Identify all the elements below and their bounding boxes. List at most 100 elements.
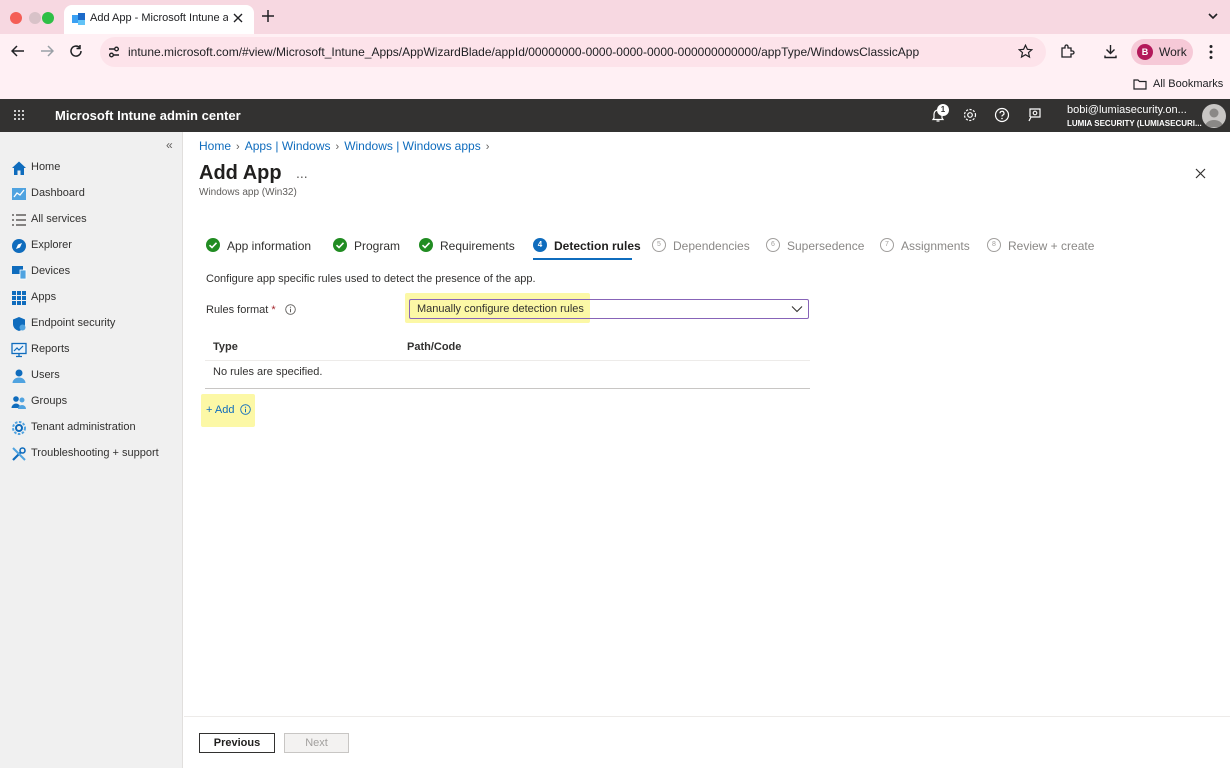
sidebar-item-label: Devices	[31, 265, 71, 277]
add-rule-label: + Add	[206, 404, 235, 416]
sidebar-item-all-services[interactable]: All services	[0, 208, 182, 232]
add-rule-button[interactable]: + Add	[206, 404, 251, 416]
sidebar-item-apps[interactable]: Apps	[0, 286, 182, 310]
browser-tab[interactable]: Add App - Microsoft Intune a	[64, 5, 254, 34]
reload-icon[interactable]	[69, 44, 83, 58]
column-header-type: Type	[213, 341, 238, 353]
sidebar-item-label: All services	[31, 213, 87, 225]
collapse-sidebar-icon[interactable]: «	[166, 138, 173, 152]
groups-icon	[11, 394, 27, 410]
breadcrumb-home[interactable]: Home	[199, 139, 231, 153]
intune-header: Microsoft Intune admin center	[0, 99, 1230, 132]
step-number: 5	[652, 238, 666, 252]
sidebar-item-label: Explorer	[31, 239, 72, 251]
empty-table-message: No rules are specified.	[213, 366, 323, 378]
checkmark-circle-icon	[206, 238, 220, 252]
address-bar[interactable]: intune.microsoft.com/#view/Microsoft_Int…	[100, 37, 1046, 67]
account-tenant[interactable]: LUMIA SECURITY (LUMIASECURI...	[1067, 119, 1202, 128]
window-zoom-button[interactable]	[42, 12, 54, 24]
previous-button[interactable]: Previous	[199, 733, 275, 753]
footer-divider	[184, 716, 1230, 717]
checkmark-circle-icon	[333, 238, 347, 252]
sidebar-item-label: Dashboard	[31, 187, 85, 199]
shield-icon	[11, 316, 27, 332]
account-email[interactable]: bobi@lumiasecurity.on...	[1067, 104, 1187, 116]
site-settings-icon[interactable]	[107, 45, 121, 59]
home-icon	[11, 160, 27, 176]
info-icon[interactable]	[285, 304, 296, 315]
rules-format-value: Manually configure detection rules	[417, 303, 584, 315]
tab-close-icon[interactable]	[233, 13, 243, 23]
sidebar-item-label: Reports	[31, 343, 70, 355]
url-text: intune.microsoft.com/#view/Microsoft_Int…	[128, 45, 920, 59]
sidebar-item-label: Groups	[31, 395, 68, 407]
window-close-button[interactable]	[10, 12, 22, 24]
step-label: Dependencies	[673, 239, 750, 253]
step-label: App information	[227, 239, 312, 253]
step-label: Supersedence	[787, 239, 865, 253]
checkmark-circle-icon	[419, 238, 433, 252]
sidebar-item-devices[interactable]: Devices	[0, 260, 182, 284]
bookmark-star-icon[interactable]	[1018, 44, 1033, 59]
breadcrumb-separator: ›	[236, 141, 240, 153]
help-icon[interactable]	[994, 107, 1010, 123]
next-button[interactable]: Next	[284, 733, 349, 753]
sidebar-item-label: Endpoint security	[31, 317, 116, 329]
more-options-button[interactable]: ...	[296, 165, 308, 181]
sidebar-item-dashboard[interactable]: Dashboard	[0, 182, 182, 206]
sidebar-item-groups[interactable]: Groups	[0, 390, 182, 414]
sidebar-item-reports[interactable]: Reports	[0, 338, 182, 362]
breadcrumb-separator: ›	[485, 141, 490, 153]
close-icon[interactable]	[1195, 168, 1206, 179]
dashboard-icon	[11, 186, 27, 202]
sidebar-item-label: Tenant administration	[31, 421, 136, 433]
table-divider	[205, 388, 810, 389]
new-tab-icon[interactable]	[261, 9, 275, 23]
sidebar-item-explorer[interactable]: Explorer	[0, 234, 182, 258]
window-minimize-button[interactable]	[29, 12, 41, 24]
settings-gear-icon[interactable]	[962, 107, 978, 123]
user-icon	[11, 368, 27, 384]
profile-chip[interactable]: B Work	[1131, 39, 1193, 65]
extensions-puzzle-icon[interactable]	[1060, 44, 1075, 59]
info-icon[interactable]	[239, 404, 251, 415]
step-label: Detection rules	[554, 239, 641, 253]
step-label: Review + create	[1008, 239, 1095, 253]
profile-avatar: B	[1137, 44, 1153, 60]
bookmarks-bar: All Bookmarks	[0, 70, 1230, 99]
chevron-down-icon	[791, 305, 803, 313]
sidebar-item-home[interactable]: Home	[0, 156, 182, 180]
forward-arrow-icon[interactable]	[40, 44, 54, 58]
breadcrumb-windows-apps[interactable]: Windows | Windows apps	[344, 139, 481, 153]
all-bookmarks-button[interactable]: All Bookmarks	[1153, 78, 1223, 90]
page-title: Add App	[199, 162, 282, 184]
devices-icon	[11, 264, 27, 280]
profile-label: Work	[1159, 45, 1187, 59]
explorer-icon	[11, 238, 27, 254]
back-arrow-icon[interactable]	[11, 44, 25, 58]
sidebar-item-label: Apps	[31, 291, 57, 303]
sidebar-item-label: Troubleshooting + support	[31, 447, 159, 459]
breadcrumb-apps-windows[interactable]: Apps | Windows	[245, 139, 331, 153]
sidebar-item-endpoint-security[interactable]: Endpoint security	[0, 312, 182, 336]
feedback-icon[interactable]	[1027, 107, 1043, 123]
main-content: Home › Apps | Windows › Windows | Windows ap…	[184, 132, 1230, 768]
detection-description: Configure app specific rules used to det…	[206, 273, 536, 285]
sidebar-item-users[interactable]: Users	[0, 364, 182, 388]
app-launcher-icon[interactable]	[13, 109, 25, 121]
breadcrumb-separator: ›	[335, 141, 340, 153]
step-label: Program	[354, 239, 401, 253]
browser-menu-icon[interactable]	[1208, 44, 1214, 60]
sidebar-item-troubleshooting[interactable]: Troubleshooting + support	[0, 442, 182, 466]
rules-format-label: Rules format *	[206, 304, 296, 316]
sidebar-item-tenant-administration[interactable]: Tenant administration	[0, 416, 182, 440]
required-marker: *	[271, 304, 276, 316]
intune-favicon-icon	[72, 13, 85, 25]
apps-icon	[11, 290, 27, 306]
tab-search-chevron-icon[interactable]	[1207, 10, 1219, 22]
rules-format-label-text: Rules format	[206, 304, 269, 316]
step-number: 6	[766, 238, 780, 252]
rules-format-dropdown[interactable]: Manually configure detection rules	[409, 299, 809, 319]
download-icon[interactable]	[1103, 44, 1118, 59]
account-avatar[interactable]	[1202, 104, 1226, 128]
